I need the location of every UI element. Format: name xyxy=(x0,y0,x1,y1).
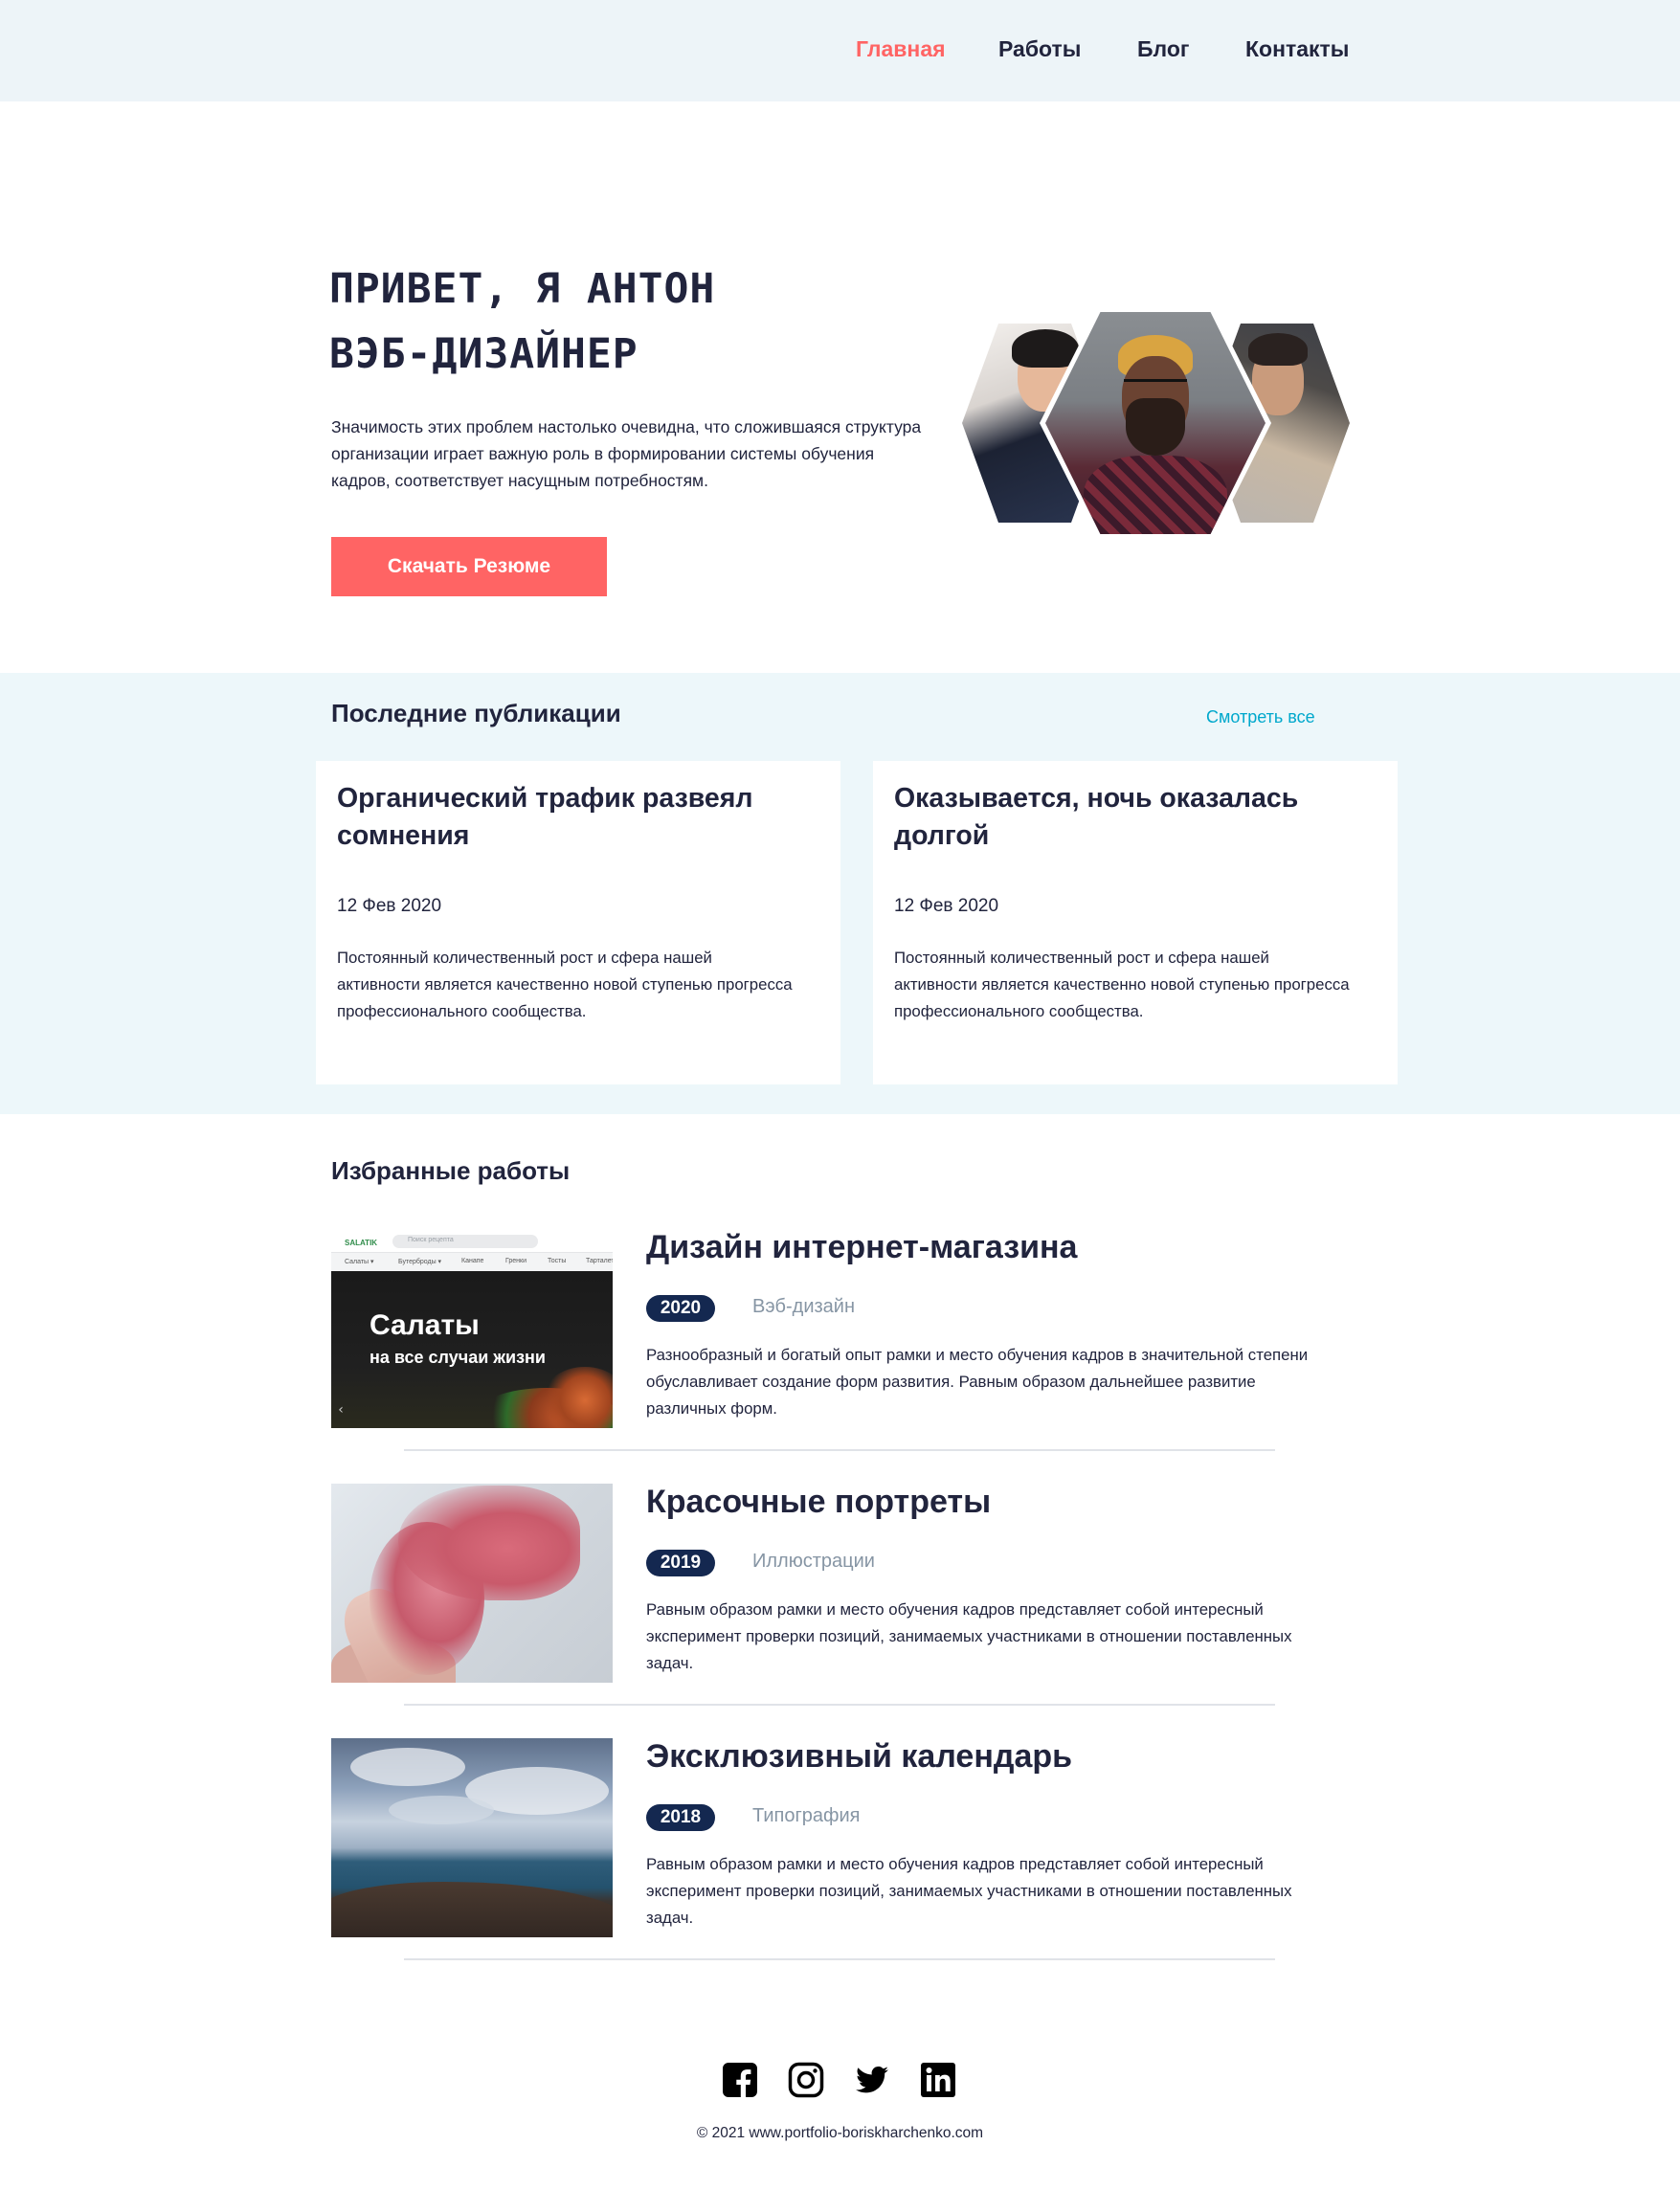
work-thumbnail-landscape[interactable] xyxy=(331,1738,613,1937)
nav-item-contacts[interactable]: Контакты xyxy=(1245,36,1349,62)
hero-title: ПРИВЕТ, Я АНТОН ВЭБ-ДИЗАЙНЕР xyxy=(329,257,715,387)
work-item: Красочные портреты 2019 Иллюстрации Равн… xyxy=(331,1484,1327,1738)
facebook-icon[interactable] xyxy=(722,2062,758,2098)
see-all-link[interactable]: Смотреть все xyxy=(1206,707,1315,727)
post-excerpt: Постоянный количественный рост и сфера н… xyxy=(894,949,1350,1020)
main-nav: Главная Работы Блог Контакты xyxy=(0,36,1680,65)
nav-item-blog[interactable]: Блог xyxy=(1137,36,1189,62)
post-title[interactable]: Оказывается, ночь оказалась долгой xyxy=(894,780,1373,855)
nav-item-home[interactable]: Главная xyxy=(856,36,946,62)
work-title[interactable]: Красочные портреты xyxy=(646,1484,991,1521)
year-badge: 2019 xyxy=(646,1550,715,1576)
mock-search-bar: Поиск рецепта xyxy=(392,1235,538,1248)
divider xyxy=(404,1958,1275,1960)
works-title: Избранные работы xyxy=(331,1156,571,1185)
post-date: 12 Фев 2020 xyxy=(894,896,999,916)
linkedin-icon[interactable] xyxy=(920,2062,956,2098)
divider xyxy=(404,1449,1275,1451)
site-header: Главная Работы Блог Контакты xyxy=(0,0,1680,101)
work-thumbnail-shop[interactable]: SALATIK Поиск рецепта Салаты ▾ Бутерброд… xyxy=(331,1229,613,1428)
work-description: Равным образом рамки и место обучения ка… xyxy=(646,1855,1292,1927)
instagram-icon[interactable] xyxy=(788,2062,824,2098)
copyright-text: © 2021 www.portfolio-boriskharchenko.com xyxy=(696,2125,984,2141)
download-resume-button[interactable]: Скачать Резюме xyxy=(331,537,607,596)
hero-avatar-collage xyxy=(957,308,1355,538)
preview-heading: Салаты xyxy=(370,1309,480,1341)
work-category: Иллюстрации xyxy=(752,1551,875,1572)
year-badge: 2020 xyxy=(646,1295,715,1322)
divider xyxy=(404,1704,1275,1706)
chevron-left-icon: ‹ xyxy=(338,1402,344,1418)
mock-menu: Салаты ▾ Бутерброды ▾ Канапе Гренки Тост… xyxy=(331,1252,613,1271)
work-category: Типография xyxy=(752,1805,861,1826)
post-title[interactable]: Органический трафик развеял сомнения xyxy=(337,780,816,855)
twitter-icon[interactable] xyxy=(854,2062,890,2098)
post-card[interactable]: Органический трафик развеял сомнения 12 … xyxy=(316,761,840,1084)
post-excerpt: Постоянный количественный рост и сфера н… xyxy=(337,949,793,1020)
post-card[interactable]: Оказывается, ночь оказалась долгой 12 Фе… xyxy=(873,761,1398,1084)
work-thumbnail-portrait[interactable] xyxy=(331,1484,613,1683)
work-item: SALATIK Поиск рецепта Салаты ▾ Бутерброд… xyxy=(331,1229,1327,1484)
work-item: Эксклюзивный календарь 2018 Типография Р… xyxy=(331,1738,1327,1993)
hero-title-line-1: ПРИВЕТ, Я АНТОН xyxy=(329,265,716,313)
hero-title-line-2: ВЭБ-ДИЗАЙНЕР xyxy=(329,330,638,378)
work-title[interactable]: Дизайн интернет-магазина xyxy=(646,1229,1077,1266)
preview-subheading: на все случаи жизни xyxy=(370,1348,546,1367)
work-description: Равным образом рамки и место обучения ка… xyxy=(646,1600,1292,1672)
hero-description: Значимость этих проблем настолько очевид… xyxy=(331,417,922,490)
nav-item-works[interactable]: Работы xyxy=(998,36,1081,62)
work-description: Разнообразный и богатый опыт рамки и мес… xyxy=(646,1346,1309,1418)
publications-title: Последние публикации xyxy=(331,699,621,727)
year-badge: 2018 xyxy=(646,1804,715,1831)
work-category: Вэб-дизайн xyxy=(752,1296,856,1317)
social-links xyxy=(722,2062,961,2100)
post-date: 12 Фев 2020 xyxy=(337,896,442,916)
work-title[interactable]: Эксклюзивный календарь xyxy=(646,1738,1072,1776)
